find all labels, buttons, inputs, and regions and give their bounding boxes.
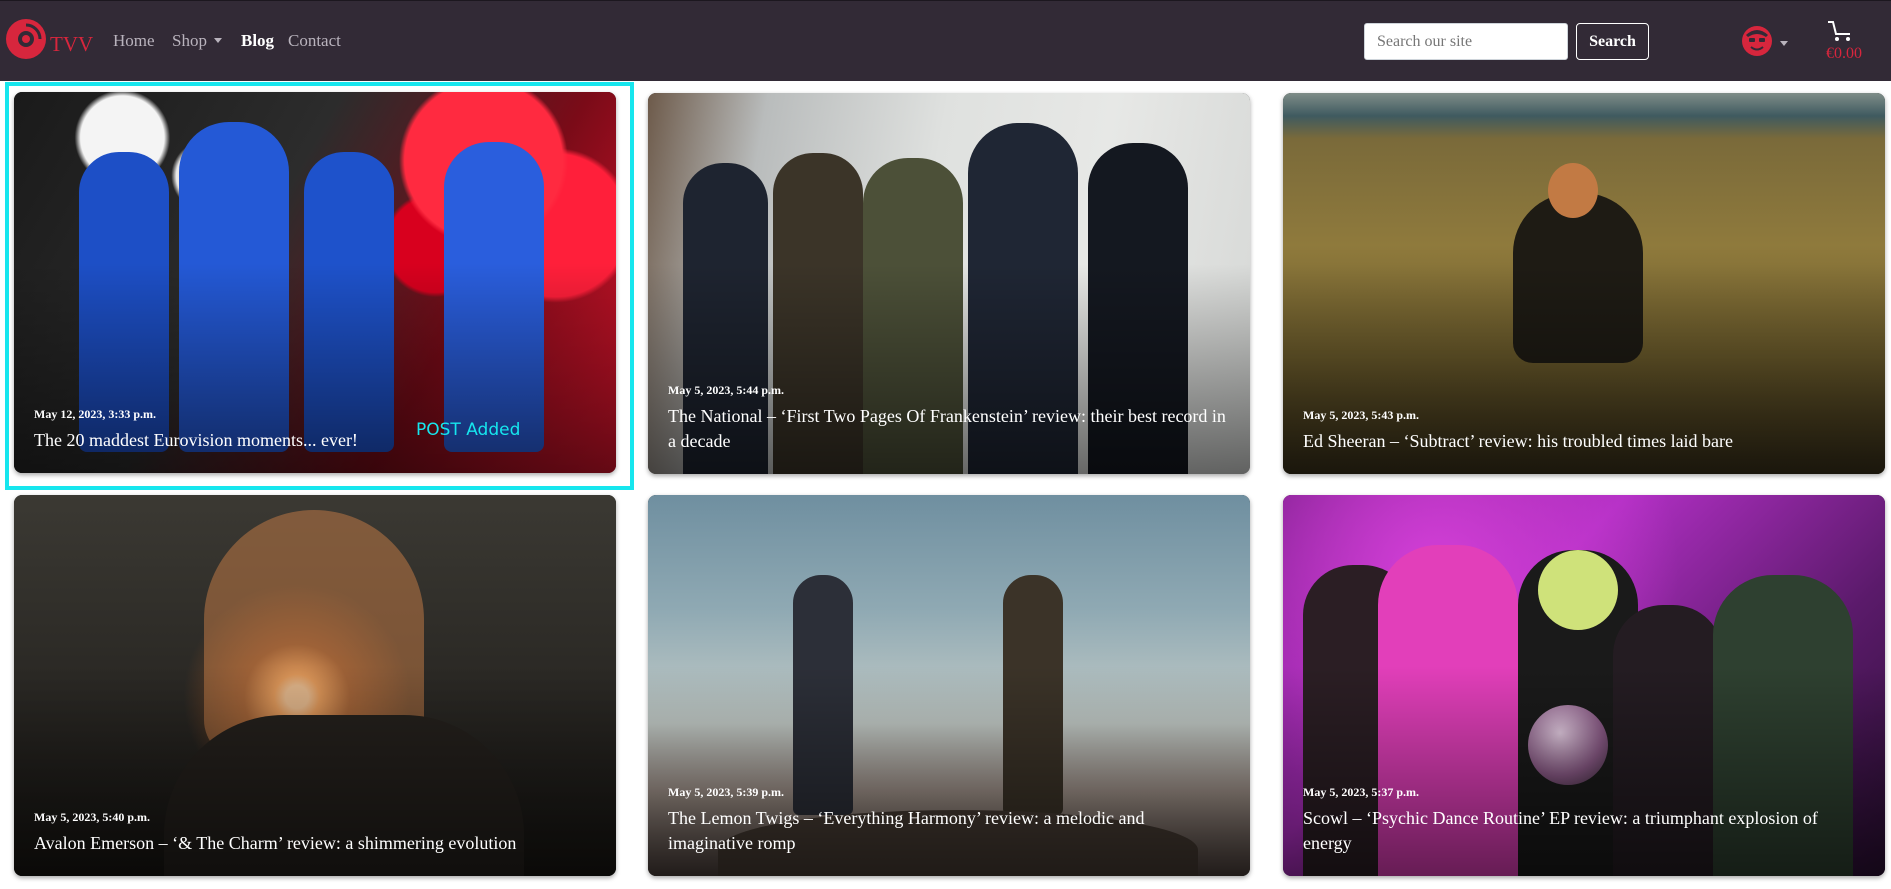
brand-name[interactable]: TVV xyxy=(50,34,93,55)
post-card[interactable]: May 5, 2023, 5:39 p.m. The Lemon Twigs –… xyxy=(648,495,1250,876)
shopping-cart-icon xyxy=(1828,21,1850,41)
search-input[interactable] xyxy=(1364,23,1568,60)
post-title[interactable]: Scowl – ‘Psychic Dance Routine’ EP revie… xyxy=(1303,806,1865,856)
nav-blog[interactable]: Blog xyxy=(241,32,274,49)
post-added-toast: POST Added xyxy=(416,420,521,440)
account-menu[interactable] xyxy=(1740,23,1788,59)
navbar: TVV Home Shop Blog Contact Search €0.00 xyxy=(0,0,1891,81)
head-figure xyxy=(1548,163,1598,218)
post-card[interactable]: May 5, 2023, 5:37 p.m. Scowl – ‘Psychic … xyxy=(1283,495,1885,876)
nav-home[interactable]: Home xyxy=(113,32,155,49)
nav-shop-label: Shop xyxy=(172,31,207,50)
chevron-down-icon xyxy=(213,38,222,43)
post-meta: May 5, 2023, 5:39 p.m. The Lemon Twigs –… xyxy=(668,785,1230,856)
post-date: May 5, 2023, 5:44 p.m. xyxy=(668,383,784,397)
post-card[interactable]: May 5, 2023, 5:43 p.m. Ed Sheeran – ‘Sub… xyxy=(1283,93,1885,474)
nav-shop[interactable]: Shop xyxy=(172,32,222,49)
vinyl-logo-icon[interactable] xyxy=(5,18,47,60)
post-date: May 5, 2023, 5:43 p.m. xyxy=(1303,408,1419,422)
user-avatar-icon xyxy=(1742,26,1772,56)
post-date: May 5, 2023, 5:40 p.m. xyxy=(34,810,150,824)
chevron-down-icon xyxy=(1780,41,1788,46)
post-meta: May 5, 2023, 5:40 p.m. Avalon Emerson – … xyxy=(34,810,596,856)
post-title[interactable]: Ed Sheeran – ‘Subtract’ review: his trou… xyxy=(1303,429,1865,454)
post-meta: May 5, 2023, 5:43 p.m. Ed Sheeran – ‘Sub… xyxy=(1303,408,1865,454)
post-title[interactable]: The Lemon Twigs – ‘Everything Harmony’ r… xyxy=(668,806,1230,856)
hair-figure xyxy=(1538,550,1618,630)
post-card[interactable]: May 5, 2023, 5:44 p.m. The National – ‘F… xyxy=(648,93,1250,474)
post-card[interactable]: May 5, 2023, 5:40 p.m. Avalon Emerson – … xyxy=(14,495,616,876)
post-meta: May 5, 2023, 5:37 p.m. Scowl – ‘Psychic … xyxy=(1303,785,1865,856)
post-title[interactable]: Avalon Emerson – ‘& The Charm’ review: a… xyxy=(34,831,596,856)
post-card[interactable]: May 12, 2023, 3:33 p.m. The 20 maddest E… xyxy=(14,92,616,473)
post-date: May 5, 2023, 5:39 p.m. xyxy=(668,785,784,799)
nav-contact[interactable]: Contact xyxy=(288,32,341,49)
cart-total: €0.00 xyxy=(1826,45,1862,62)
post-date: May 5, 2023, 5:37 p.m. xyxy=(1303,785,1419,799)
search-button[interactable]: Search xyxy=(1576,23,1649,60)
post-title[interactable]: The National – ‘First Two Pages Of Frank… xyxy=(668,404,1230,454)
post-meta: May 5, 2023, 5:44 p.m. The National – ‘F… xyxy=(668,383,1230,454)
